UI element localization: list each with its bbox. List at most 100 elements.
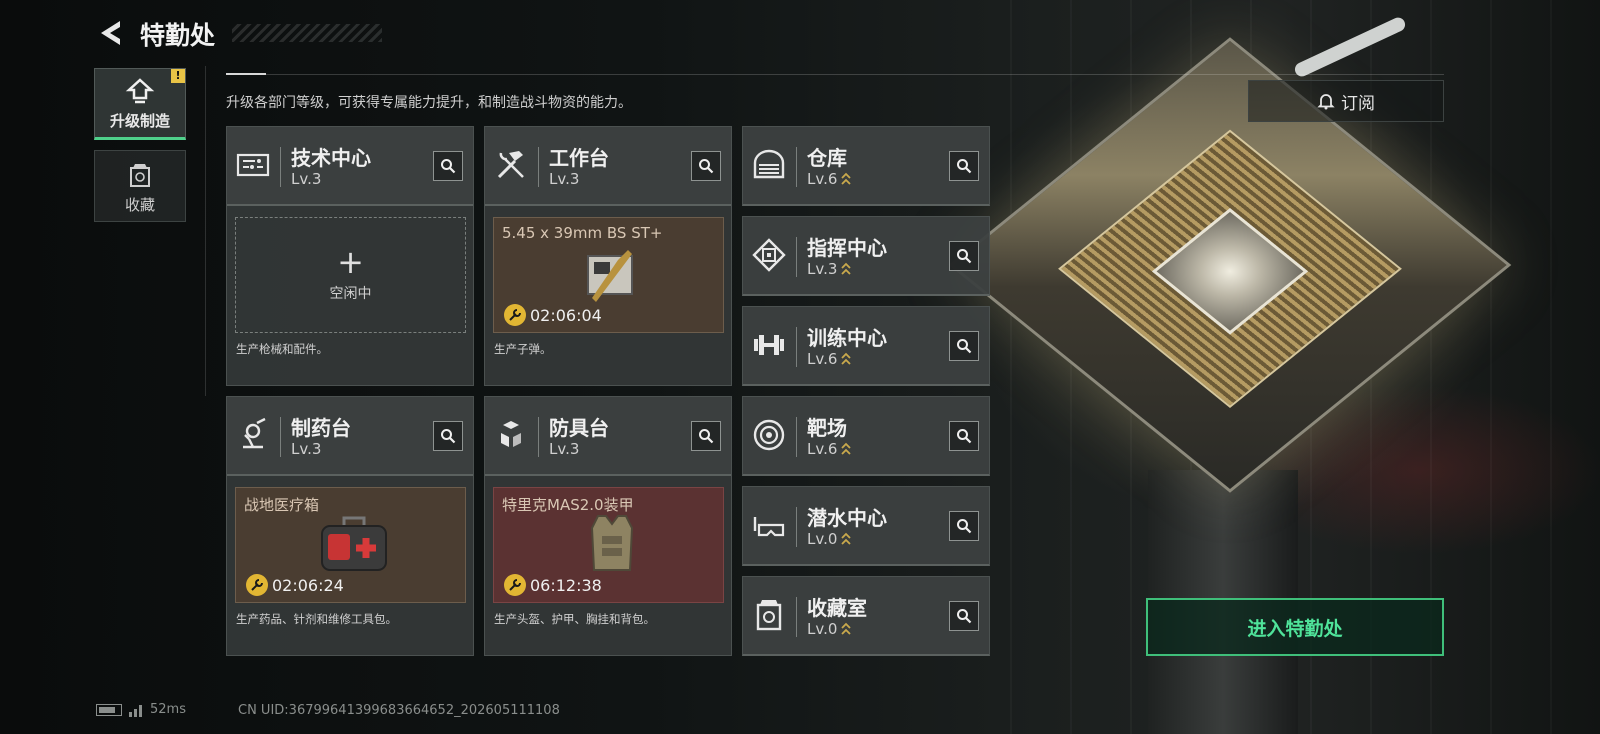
- warehouse-icon: [753, 149, 785, 179]
- item-name: 战地医疗箱: [244, 496, 320, 514]
- facility-name: 技术中心: [291, 146, 371, 170]
- facility-level-row: Lv.3: [807, 260, 852, 278]
- facility-level: Lv.3: [549, 440, 580, 458]
- facility-level: Lv.3: [291, 440, 322, 458]
- user-uid: CN UID:3679964139968366465​2_20260511110…: [238, 703, 560, 718]
- tab-upgrade-craft[interactable]: ! 升级制造: [94, 68, 186, 140]
- upgrade-available-icon: [841, 532, 852, 545]
- facility-card-diving-center[interactable]: 潜水中心 Lv.0: [742, 486, 990, 566]
- bell-icon: [1317, 94, 1335, 110]
- timer-wrench-icon: [504, 574, 526, 596]
- facility-card-training-center[interactable]: 训练中心 Lv.6: [742, 306, 990, 386]
- ping-value: 52ms: [150, 702, 186, 717]
- header-divider: [226, 74, 1444, 75]
- sidebar-divider: [205, 66, 206, 396]
- page-description: 升级各部门等级，可获得专属能力提升，和制造战斗物资的能力。: [226, 95, 632, 111]
- production-slot[interactable]: 5.45 x 39mm BS ST+ 02:06:04: [493, 217, 724, 333]
- status-bar: 52ms: [96, 702, 186, 717]
- facility-level: Lv.0: [807, 530, 838, 548]
- search-button[interactable]: [949, 421, 979, 451]
- timer-value: 02:06:04: [530, 305, 602, 325]
- card-header: 工作台 Lv.3: [485, 127, 731, 206]
- facility-name: 制药台: [291, 416, 351, 440]
- tech-center-icon: [236, 153, 270, 177]
- facility-card-pharmacy[interactable]: 制药台 Lv.3 战地医疗箱 02:06:24 生产药品、针剂和维修工具包。: [226, 396, 474, 656]
- medkit-icon: [321, 516, 387, 571]
- search-button[interactable]: [949, 151, 979, 181]
- add-icon: +: [337, 243, 364, 281]
- facility-description: 生产头盔、护甲、胸挂和背包。: [494, 612, 655, 626]
- facility-name: 工作台: [549, 146, 609, 170]
- card-divider: [796, 327, 797, 367]
- card-divider: [538, 147, 539, 187]
- facility-name: 防具台: [549, 416, 609, 440]
- search-icon: [957, 339, 972, 354]
- search-button[interactable]: [433, 151, 463, 181]
- signal-icon: [129, 704, 142, 717]
- enter-special-ops-button[interactable]: 进入特勤处: [1146, 598, 1444, 656]
- shooting-range-icon: [753, 419, 785, 451]
- card-divider: [280, 147, 281, 187]
- tab-collection[interactable]: 收藏: [94, 150, 186, 222]
- upgrade-icon: [125, 78, 155, 104]
- timer-wrench-icon: [504, 304, 526, 326]
- search-icon: [957, 249, 972, 264]
- facility-level: Lv.6: [807, 440, 838, 458]
- card-divider: [796, 147, 797, 187]
- battery-icon: [96, 703, 122, 716]
- search-icon: [957, 519, 972, 534]
- subscribe-button[interactable]: 订阅: [1248, 80, 1444, 122]
- card-header: 制药台 Lv.3: [227, 397, 473, 476]
- card-header: 技术中心 Lv.3: [227, 127, 473, 206]
- cube-core: [1151, 208, 1309, 335]
- facility-card-shooting-range[interactable]: 靶场 Lv.6: [742, 396, 990, 476]
- card-divider: [796, 507, 797, 547]
- header-divider-accent: [226, 73, 266, 75]
- facility-card-tech-center[interactable]: 技术中心 Lv.3 + 空闲中 生产枪械和配件。: [226, 126, 474, 386]
- ammo-box-icon: [587, 250, 633, 302]
- facility-description: 生产药品、针剂和维修工具包。: [236, 612, 397, 626]
- item-name: 5.45 x 39mm BS ST+: [502, 224, 663, 242]
- upgrade-available-icon: [841, 442, 852, 455]
- facility-card-command-center[interactable]: 指挥中心 Lv.3: [742, 216, 990, 296]
- facility-name: 收藏室: [807, 596, 867, 620]
- pharmacy-icon: [243, 417, 266, 449]
- search-button[interactable]: [691, 421, 721, 451]
- search-button[interactable]: [433, 421, 463, 451]
- card-divider: [280, 417, 281, 457]
- facility-name: 仓库: [807, 146, 847, 170]
- page-title: 特勤处: [140, 21, 216, 50]
- training-center-icon: [754, 335, 784, 355]
- facility-name: 潜水中心: [807, 506, 887, 530]
- facility-level-row: Lv.0: [807, 620, 852, 638]
- production-slot-empty[interactable]: + 空闲中: [235, 217, 466, 333]
- card-header: 防具台 Lv.3: [485, 397, 731, 476]
- production-slot[interactable]: 战地医疗箱 02:06:24: [235, 487, 466, 603]
- search-button[interactable]: [949, 241, 979, 271]
- facility-level: Lv.3: [549, 170, 580, 188]
- diving-center-icon: [753, 517, 785, 537]
- facility-card-collection-room[interactable]: 收藏室 Lv.0: [742, 576, 990, 656]
- upgrade-available-icon: [841, 622, 852, 635]
- facility-level: Lv.3: [291, 170, 322, 188]
- search-icon: [957, 429, 972, 444]
- facility-name: 训练中心: [807, 326, 887, 350]
- search-icon: [957, 159, 972, 174]
- facility-description: 生产枪械和配件。: [236, 342, 328, 356]
- collection-icon: [130, 164, 150, 187]
- facility-card-warehouse[interactable]: 仓库 Lv.6: [742, 126, 990, 206]
- facility-card-armor-bench[interactable]: 防具台 Lv.3 特里克MAS2.0装甲 06:12:38 生产头盔、护甲、胸挂…: [484, 396, 732, 656]
- search-button[interactable]: [691, 151, 721, 181]
- armor-vest-icon: [590, 515, 634, 571]
- back-arrow-icon[interactable]: [96, 18, 126, 48]
- facility-card-workbench[interactable]: 工作台 Lv.3 5.45 x 39mm BS ST+ 02:06:04 生产子…: [484, 126, 732, 386]
- search-button[interactable]: [949, 511, 979, 541]
- search-button[interactable]: [949, 601, 979, 631]
- search-icon: [957, 609, 972, 624]
- command-center-icon: [752, 238, 786, 272]
- cube-inner: [1058, 129, 1402, 409]
- production-slot[interactable]: 特里克MAS2.0装甲 06:12:38: [493, 487, 724, 603]
- search-button[interactable]: [949, 331, 979, 361]
- facility-description: 生产子弹。: [494, 342, 552, 356]
- timer-wrench-icon: [246, 574, 268, 596]
